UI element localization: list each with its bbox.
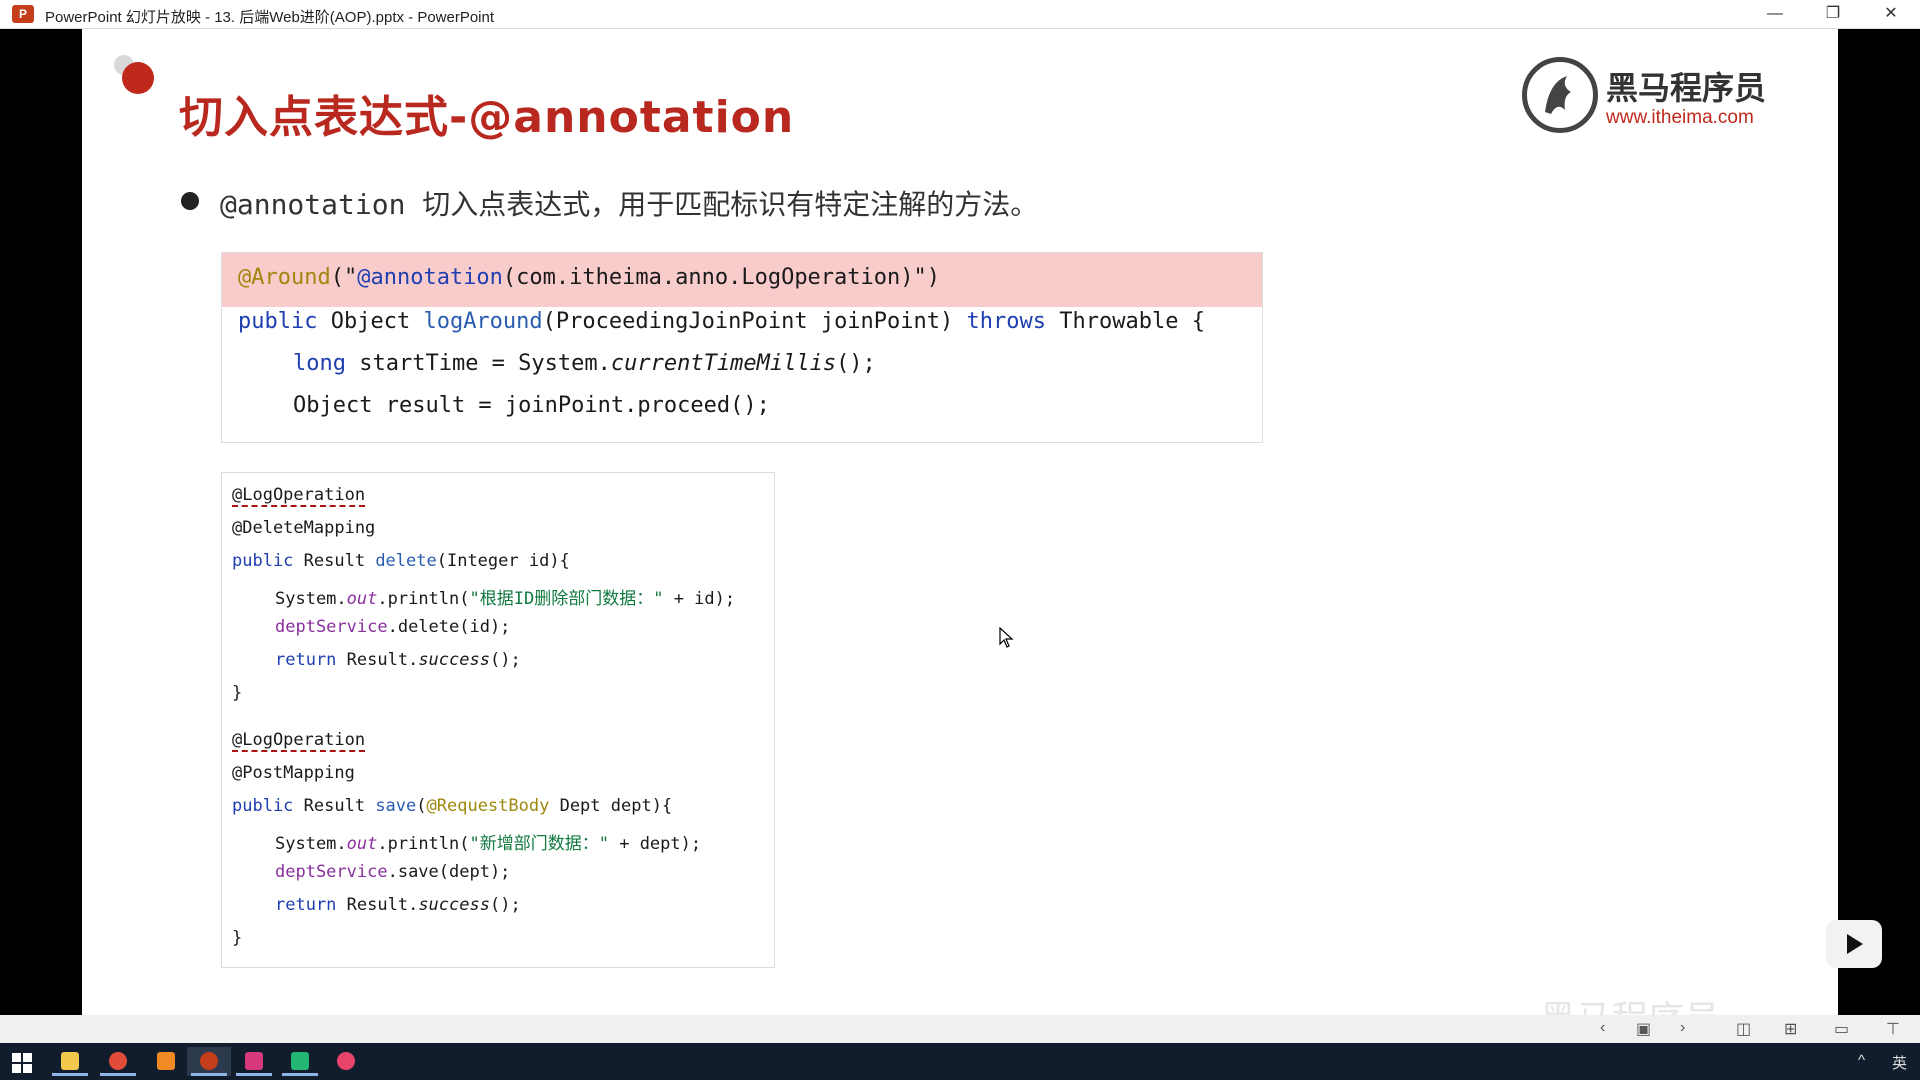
minimize-button[interactable]: —: [1752, 2, 1798, 26]
code-line: public Object logAround(ProceedingJoinPo…: [238, 309, 1205, 334]
code-line: public Result save(@RequestBody Dept dep…: [232, 796, 673, 816]
tray-arrow-icon[interactable]: ^: [1858, 1052, 1865, 1069]
letterbox-left: [0, 29, 82, 1015]
code-line: Object result = joinPoint.proceed();: [293, 393, 770, 418]
code-line: return Result.success();: [275, 895, 521, 915]
play-icon: [1847, 934, 1863, 954]
prev-icon[interactable]: ‹: [1600, 1019, 1605, 1037]
mouse-cursor-icon: [999, 626, 1015, 654]
slideshow-icon[interactable]: ⊤: [1886, 1019, 1900, 1039]
window-title-bar: P PowerPoint 幻灯片放映 - 13. 后端Web进阶(AOP).pp…: [0, 0, 1920, 29]
aspect-code-block: @Around("@annotation(com.itheima.anno.Lo…: [221, 252, 1263, 443]
code-line: }: [232, 928, 243, 948]
log-operation-annotation: @LogOperation: [232, 730, 366, 750]
presenter-view-icon[interactable]: ▭: [1834, 1019, 1849, 1039]
file-explorer-icon[interactable]: [48, 1047, 92, 1076]
intellij-icon[interactable]: [232, 1047, 276, 1076]
title-decoration-red: [122, 62, 154, 94]
reading-view-icon[interactable]: ◫: [1736, 1019, 1751, 1039]
ime-indicator[interactable]: 英: [1892, 1052, 1907, 1073]
bullet-text: @annotation 切入点表达式，用于匹配标识有特定注解的方法。: [220, 188, 1039, 221]
app-icon[interactable]: [324, 1047, 368, 1076]
window-title: PowerPoint 幻灯片放映 - 13. 后端Web进阶(AOP).pptx…: [45, 9, 495, 26]
slideshow-status-bar: ‹ ▣ › ◫ ⊞ ▭ ⊤: [0, 1015, 1920, 1043]
logo-url: www.itheima.com: [1606, 107, 1754, 128]
datagrip-icon[interactable]: [278, 1047, 322, 1076]
slide-sorter-icon[interactable]: ⊞: [1784, 1019, 1797, 1039]
slide[interactable]: 切入点表达式-@annotation 黑马程序员 www.itheima.com…: [82, 29, 1838, 1015]
code-line: @PostMapping: [232, 763, 355, 783]
code-line: System.out.println("新增部门数据：" + dept);: [275, 834, 702, 854]
log-operation-annotation: @LogOperation: [232, 485, 366, 505]
windows-start-icon[interactable]: [0, 1047, 44, 1076]
powerpoint-icon[interactable]: [187, 1047, 231, 1076]
normal-view-icon[interactable]: ▣: [1636, 1019, 1651, 1039]
code-line: public Result delete(Integer id){: [232, 551, 570, 571]
code-line: System.out.println("根据ID删除部门数据：" + id);: [275, 589, 736, 609]
bullet-icon: [181, 192, 199, 210]
letterbox-right: [1838, 29, 1920, 1015]
next-icon[interactable]: ›: [1680, 1019, 1685, 1037]
sublime-icon[interactable]: [144, 1047, 188, 1076]
taskbar: ^ 英: [0, 1043, 1920, 1080]
code-line: }: [232, 683, 243, 703]
play-video-button[interactable]: [1826, 920, 1882, 968]
slide-title: 切入点表达式-@annotation: [179, 92, 795, 143]
code-line: deptService.save(dept);: [275, 862, 511, 882]
code-line: deptService.delete(id);: [275, 617, 511, 637]
close-button[interactable]: ✕: [1868, 2, 1914, 26]
code-line: @DeleteMapping: [232, 518, 376, 538]
powerpoint-app-icon: P: [12, 5, 34, 23]
logo-name: 黑马程序员: [1606, 69, 1767, 107]
chrome-icon[interactable]: [96, 1047, 140, 1076]
horse-logo-icon: [1522, 57, 1598, 133]
code-line: @Around("@annotation(com.itheima.anno.Lo…: [238, 265, 941, 290]
controller-code-block: @LogOperation @DeleteMapping public Resu…: [221, 472, 775, 968]
code-line: return Result.success();: [275, 650, 521, 670]
itheima-logo: 黑马程序员 www.itheima.com: [1522, 57, 1802, 137]
code-line: long startTime = System.currentTimeMilli…: [293, 351, 876, 376]
restore-button[interactable]: ❐: [1810, 2, 1856, 26]
